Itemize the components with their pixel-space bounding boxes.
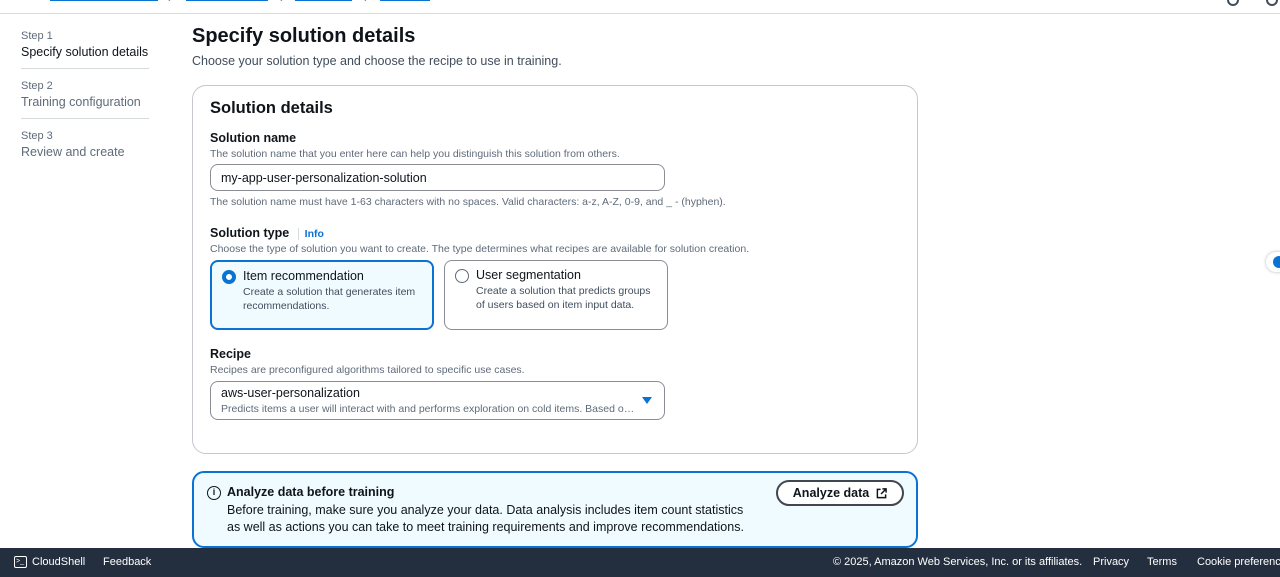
step-number: Step 3 bbox=[21, 130, 53, 142]
side-panel-toggle[interactable] bbox=[1266, 252, 1280, 272]
feedback-link[interactable]: Feedback bbox=[103, 556, 151, 568]
solution-name-label: Solution name bbox=[210, 131, 297, 145]
recipe-selected-description: Predicts items a user will interact with… bbox=[221, 403, 636, 415]
cookie-preferences-link[interactable]: Cookie preferences bbox=[1197, 556, 1280, 568]
privacy-link[interactable]: Privacy bbox=[1093, 556, 1129, 568]
step-2: Step 2 Training configuration bbox=[21, 78, 149, 119]
analyze-data-label: Analyze data bbox=[792, 486, 870, 500]
tile-description: Create a solution that predicts groups o… bbox=[476, 285, 651, 311]
assistant-icon bbox=[1273, 256, 1280, 268]
step-number: Step 1 bbox=[21, 30, 53, 42]
solution-type-label: Solution type bbox=[210, 226, 290, 240]
recipe-description: Recipes are preconfigured algorithms tai… bbox=[210, 364, 525, 376]
step-1[interactable]: Step 1 Specify solution details bbox=[21, 28, 149, 69]
item-recommendation-tile[interactable]: Item recommendation Create a solution th… bbox=[210, 260, 434, 330]
copyright-text: © 2025, Amazon Web Services, Inc. or its… bbox=[833, 556, 1083, 568]
recipe-select[interactable]: aws-user-personalization Predicts items … bbox=[210, 381, 665, 420]
radio-selected-icon[interactable] bbox=[222, 270, 236, 284]
tile-title: Item recommendation bbox=[243, 269, 364, 283]
notification-icon[interactable] bbox=[1266, 0, 1278, 6]
alert-body: Before training, make sure you analyze y… bbox=[227, 503, 744, 534]
tile-title: User segmentation bbox=[476, 268, 581, 282]
terms-link[interactable]: Terms bbox=[1147, 556, 1177, 568]
analyze-data-alert: i Analyze data before training Before tr… bbox=[192, 471, 918, 548]
breadcrumb-separator: › bbox=[168, 0, 172, 5]
menu-icon[interactable] bbox=[22, 0, 34, 4]
card-title: Solution details bbox=[210, 99, 333, 117]
solution-details-card: Solution details Solution name The solut… bbox=[192, 85, 918, 454]
external-link-icon bbox=[876, 487, 888, 498]
info-link[interactable]: Info bbox=[297, 228, 324, 240]
solution-type-label-row: Solution type Info bbox=[210, 226, 324, 240]
tile-description: Create a solution that generates item re… bbox=[243, 286, 416, 312]
step-3: Step 3 Review and create bbox=[21, 128, 149, 168]
page-description: Choose your solution type and choose the… bbox=[192, 54, 562, 68]
caret-down-icon[interactable] bbox=[642, 397, 652, 404]
solution-type-description: Choose the type of solution you want to … bbox=[210, 243, 750, 255]
breadcrumb-link[interactable] bbox=[380, 0, 430, 1]
step-label: Review and create bbox=[21, 145, 125, 159]
solution-name-constraint: The solution name must have 1-63 charact… bbox=[210, 196, 726, 208]
cloudshell-link[interactable]: CloudShell bbox=[32, 556, 85, 568]
alert-title: Analyze data before training bbox=[227, 485, 395, 499]
breadcrumb-link[interactable] bbox=[50, 0, 158, 1]
breadcrumb-separator: › bbox=[280, 0, 284, 5]
info-icon: i bbox=[207, 486, 221, 500]
page-title: Specify solution details bbox=[192, 25, 416, 47]
help-icon[interactable] bbox=[1227, 0, 1239, 6]
cloudshell-icon[interactable]: >_ bbox=[14, 556, 27, 568]
step-label: Specify solution details bbox=[21, 45, 149, 59]
breadcrumb-link[interactable] bbox=[295, 0, 352, 1]
step-label: Training configuration bbox=[21, 95, 141, 109]
radio-unselected-icon[interactable] bbox=[455, 269, 469, 283]
user-segmentation-tile[interactable]: User segmentation Create a solution that… bbox=[444, 260, 668, 330]
step-number: Step 2 bbox=[21, 80, 53, 92]
wizard-steps: Step 1 Specify solution details Step 2 T… bbox=[21, 28, 149, 177]
recipe-selected-value: aws-user-personalization bbox=[221, 386, 360, 400]
top-navigation-bar: › › › bbox=[0, 0, 1280, 14]
analyze-data-button[interactable]: Analyze data bbox=[776, 480, 904, 506]
breadcrumb-link[interactable] bbox=[186, 0, 268, 1]
console-footer: >_ CloudShell Feedback © 2025, Amazon We… bbox=[0, 548, 1280, 577]
breadcrumb-separator: › bbox=[364, 0, 368, 5]
solution-name-description: The solution name that you enter here ca… bbox=[210, 148, 620, 160]
recipe-label: Recipe bbox=[210, 347, 251, 361]
solution-name-input[interactable] bbox=[210, 164, 665, 191]
